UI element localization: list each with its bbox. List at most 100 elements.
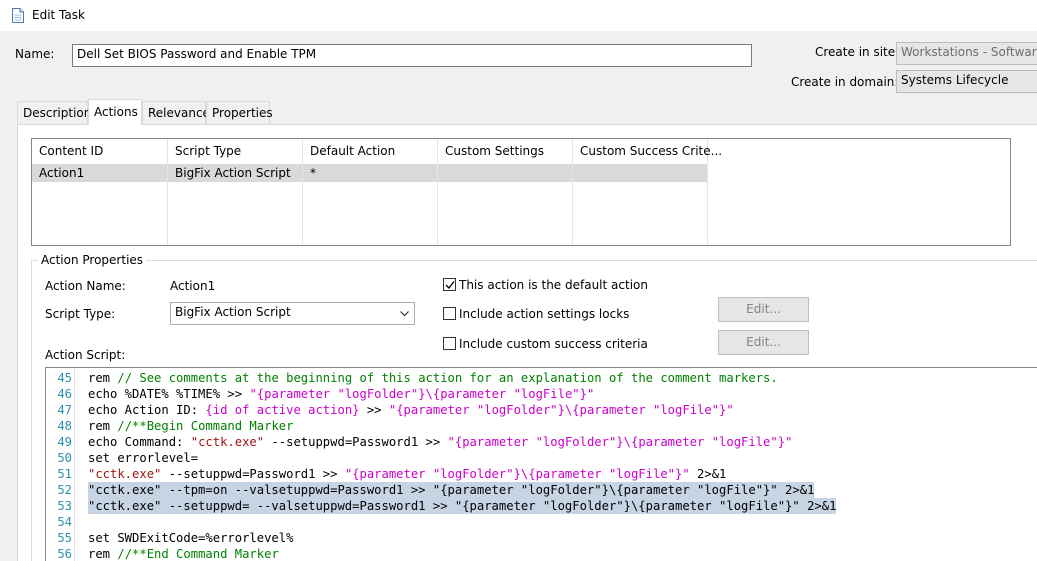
code-token: "cctk.exe" bbox=[190, 435, 265, 449]
code-token: // See comments at the beginning of this… bbox=[117, 371, 778, 385]
title-bar: Edit Task bbox=[0, 0, 1037, 32]
code-line[interactable]: 48 rem //**Begin Command Marker bbox=[46, 418, 1037, 434]
script-type-select[interactable]: BigFix Action Script bbox=[170, 302, 415, 325]
code-token: --setuppwd=Password1 >> bbox=[161, 467, 345, 481]
site-select[interactable]: Workstations - Software bbox=[896, 42, 1037, 65]
code-text: set errorlevel= bbox=[88, 450, 198, 466]
code-text: set SWDExitCode=%errorlevel% bbox=[88, 530, 293, 546]
code-line[interactable]: 49 echo Command: "cctk.exe" --setuppwd=Pa… bbox=[46, 434, 1037, 450]
table-cell: * bbox=[310, 166, 316, 180]
code-token: //**Begin Command Marker bbox=[117, 419, 294, 433]
code-text: echo Command: "cctk.exe" --setuppwd=Pass… bbox=[88, 434, 792, 450]
tab-actions[interactable]: Actions bbox=[88, 99, 142, 125]
column-divider bbox=[573, 164, 708, 245]
code-token: echo %DATE% %TIME% >> bbox=[88, 387, 250, 401]
code-line[interactable]: 53 "cctk.exe" --setuppwd= --valsetuppwd=P… bbox=[46, 498, 1037, 514]
success-criteria-checkbox[interactable] bbox=[443, 337, 456, 350]
line-number: 53 bbox=[57, 499, 72, 513]
script-type-value: BigFix Action Script bbox=[175, 305, 291, 319]
create-in-site-label: Create in site: bbox=[815, 45, 900, 59]
domain-select[interactable]: Systems Lifecycle bbox=[896, 70, 1037, 93]
code-token: "cctk.exe" --tpm=on --valsetuppwd=Passwo… bbox=[88, 483, 815, 497]
column-divider bbox=[303, 164, 438, 245]
action-properties-title: Action Properties bbox=[38, 253, 147, 267]
action-name-value: Action1 bbox=[170, 279, 216, 293]
line-number: 48 bbox=[57, 419, 72, 433]
action-script-editor[interactable]: 45 rem // See comments at the beginning o… bbox=[45, 367, 1037, 561]
code-text: rem // See comments at the beginning of … bbox=[88, 370, 778, 386]
default-action-checkbox[interactable] bbox=[443, 278, 456, 291]
line-number: 52 bbox=[57, 483, 72, 497]
code-line[interactable]: 45 rem // See comments at the beginning o… bbox=[46, 370, 1037, 386]
code-text: "cctk.exe" --setuppwd=Password1 >> "{par… bbox=[88, 466, 726, 482]
code-token: --setuppwd=Password1 >> bbox=[264, 435, 448, 449]
column-header-script-type[interactable]: Script Type bbox=[168, 139, 303, 164]
code-token: echo Action ID: bbox=[88, 403, 206, 417]
code-text: echo %DATE% %TIME% >> "{parameter "logFo… bbox=[88, 386, 594, 402]
code-token: "{parameter "logFolder"}\{parameter "log… bbox=[388, 403, 734, 417]
code-token: 2>&1 bbox=[689, 467, 727, 481]
code-line[interactable]: 56 rem //**End Command Marker bbox=[46, 546, 1037, 561]
default-action-label: This action is the default action bbox=[459, 278, 648, 292]
document-icon bbox=[12, 8, 24, 23]
code-token: rem bbox=[88, 371, 118, 385]
code-line[interactable]: 52 "cctk.exe" --tpm=on --valsetuppwd=Pass… bbox=[46, 482, 1037, 498]
code-text: "cctk.exe" --tpm=on --valsetuppwd=Passwo… bbox=[88, 482, 815, 498]
column-header-custom-success-criteria[interactable]: Custom Success Crite... bbox=[573, 139, 722, 164]
column-header-custom-settings[interactable]: Custom Settings bbox=[438, 139, 573, 164]
code-token: "{parameter "logFolder"}\{parameter "log… bbox=[249, 387, 595, 401]
column-header-content-id[interactable]: Content ID bbox=[32, 139, 168, 164]
table-cell: Action1 bbox=[39, 166, 85, 180]
code-token: set SWDExitCode=%errorlevel% bbox=[88, 531, 294, 545]
settings-locks-checkbox[interactable] bbox=[443, 307, 456, 320]
name-label: Name: bbox=[15, 47, 55, 61]
line-number: 55 bbox=[57, 531, 72, 545]
column-divider bbox=[438, 164, 573, 245]
code-token: //**End Command Marker bbox=[117, 547, 279, 561]
line-number: 47 bbox=[57, 403, 72, 417]
code-text: rem //**Begin Command Marker bbox=[88, 418, 293, 434]
line-number: 45 bbox=[57, 371, 72, 385]
line-number: 49 bbox=[57, 435, 72, 449]
code-line[interactable]: 47 echo Action ID: {id of active action} … bbox=[46, 402, 1037, 418]
checkmark-icon bbox=[445, 281, 455, 290]
code-token: rem bbox=[88, 547, 118, 561]
code-token: "{parameter "logFolder"}\{parameter "log… bbox=[344, 467, 690, 481]
tab-properties[interactable]: Properties bbox=[206, 101, 273, 124]
code-token: {id of active action} bbox=[205, 403, 360, 417]
code-line[interactable]: 50 set errorlevel= bbox=[46, 450, 1037, 466]
code-line[interactable]: 55 set SWDExitCode=%errorlevel% bbox=[46, 530, 1037, 546]
window-title: Edit Task bbox=[32, 8, 85, 22]
action-name-label: Action Name: bbox=[45, 279, 126, 293]
line-number: 46 bbox=[57, 387, 72, 401]
line-number: 50 bbox=[57, 451, 72, 465]
code-token: echo Command: bbox=[88, 435, 191, 449]
edit-success-criteria-button[interactable]: Edit... bbox=[718, 330, 809, 355]
code-line[interactable]: 46 echo %DATE% %TIME% >> "{parameter "log… bbox=[46, 386, 1037, 402]
code-line[interactable]: 51 "cctk.exe" --setuppwd=Password1 >> "{p… bbox=[46, 466, 1037, 482]
line-number: 56 bbox=[57, 547, 72, 561]
code-token: "{parameter "logFolder"}\{parameter "log… bbox=[447, 435, 793, 449]
code-text: "cctk.exe" --setuppwd= --valsetuppwd=Pas… bbox=[88, 498, 837, 514]
table-cell: BigFix Action Script bbox=[175, 166, 291, 180]
edit-settings-button[interactable]: Edit... bbox=[718, 297, 809, 322]
code-token: >> bbox=[359, 403, 389, 417]
column-header-default-action[interactable]: Default Action bbox=[303, 139, 438, 164]
code-token: "cctk.exe" bbox=[88, 467, 162, 481]
success-criteria-label: Include custom success criteria bbox=[459, 337, 648, 351]
actions-table: Content ID Script Type Default Action Cu… bbox=[31, 138, 1011, 246]
settings-locks-label: Include action settings locks bbox=[459, 307, 630, 321]
action-script-label: Action Script: bbox=[45, 348, 126, 362]
line-number: 51 bbox=[57, 467, 72, 481]
code-text: rem //**End Command Marker bbox=[88, 546, 279, 561]
name-input[interactable]: Dell Set BIOS Password and Enable TPM bbox=[72, 44, 752, 67]
code-token: "cctk.exe" --setuppwd= --valsetuppwd=Pas… bbox=[88, 499, 837, 513]
code-text: echo Action ID: {id of active action} >>… bbox=[88, 402, 734, 418]
code-token: set errorlevel= bbox=[88, 451, 199, 465]
tab-relevance[interactable]: Relevance bbox=[142, 101, 210, 124]
code-line[interactable]: 54 bbox=[46, 514, 1037, 530]
chevron-down-icon bbox=[400, 311, 409, 317]
tab-description[interactable]: Description bbox=[17, 101, 91, 124]
create-in-domain-label: Create in domain: bbox=[791, 75, 899, 89]
script-type-label: Script Type: bbox=[45, 307, 116, 321]
